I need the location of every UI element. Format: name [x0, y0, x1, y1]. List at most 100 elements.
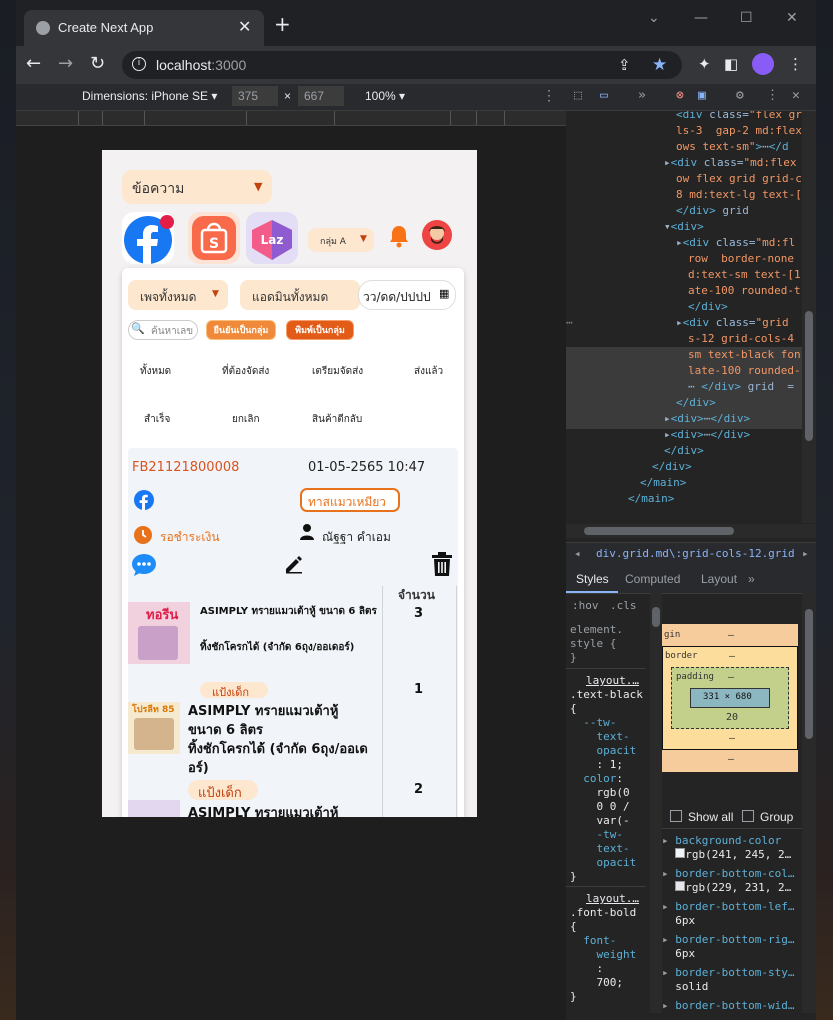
bell-icon[interactable]: [388, 224, 410, 248]
chat-icon[interactable]: [132, 554, 156, 576]
status-tab-to-ship[interactable]: ที่ต้องจัดส่ง: [222, 364, 269, 379]
browser-toolbar: ← → ↻ i localhost:3000 ⇪ ★ ✦ ◧ ⋮: [16, 46, 816, 84]
profile-avatar[interactable]: [752, 53, 774, 75]
chevron-down-icon: ▼: [254, 180, 263, 193]
tab-layout[interactable]: Layout: [701, 572, 737, 586]
device-toggle-icon[interactable]: ▭: [600, 88, 608, 103]
address-bar[interactable]: i localhost:3000 ⇪ ★: [122, 51, 682, 79]
lazada-app[interactable]: Laz: [246, 212, 298, 264]
device-dimensions-select[interactable]: Dimensions: iPhone SE ▾: [82, 89, 217, 103]
elements-scrollbar[interactable]: [802, 111, 816, 523]
page-select[interactable]: เพจทั้งหมด ▼: [128, 280, 228, 310]
status-tab-preparing[interactable]: เตรียมจัดส่ง: [312, 364, 363, 379]
back-icon[interactable]: ←: [26, 53, 41, 74]
qty-header: จำนวน: [398, 588, 435, 602]
close-tab-icon[interactable]: ✕: [238, 17, 251, 36]
search-input[interactable]: 🔍 ค้นหาเลข: [128, 320, 198, 340]
side-panel-icon[interactable]: ◧: [724, 55, 738, 73]
info-icon[interactable]: i: [132, 57, 146, 71]
cls-toggle[interactable]: .cls: [610, 599, 637, 613]
computed-prop[interactable]: ▸ border-bottom-wid…: [662, 999, 802, 1013]
share-icon[interactable]: ⇪: [618, 56, 631, 74]
order-id[interactable]: FB21121800008: [132, 460, 239, 475]
device-height-input[interactable]: 667: [298, 86, 344, 106]
box-model-content: 331 × 680: [690, 688, 770, 708]
status-tab-returned[interactable]: สินค้าตีกลับ: [312, 412, 362, 427]
new-tab-button[interactable]: +: [274, 14, 291, 34]
customer-tag[interactable]: ทาสแมวเหมียว: [300, 488, 400, 512]
show-all-checkbox[interactable]: Show all: [670, 810, 733, 824]
device-width-input[interactable]: 375: [232, 86, 278, 106]
product-image: ทอรีน: [128, 602, 190, 664]
reload-icon[interactable]: ↻: [90, 53, 105, 74]
issues-icon[interactable]: ▣: [698, 88, 706, 103]
group-checkbox[interactable]: Group: [742, 810, 793, 824]
status-tab-all[interactable]: ทั้งหมด: [140, 364, 171, 379]
chevron-down-icon: ▼: [360, 234, 367, 244]
item-name-detail: ทิ้งชักโครกได้ (จำกัด 6ถุง/ออเดอร์): [188, 742, 368, 776]
device-menu-icon[interactable]: ⋮: [542, 87, 556, 104]
devtools-menu-icon[interactable]: ⋮: [766, 88, 779, 103]
style-rule-text-black: layout.… .text-black { --tw- text- opaci…: [570, 674, 643, 883]
product-image: โปรลีท 85: [128, 702, 180, 754]
status-tab-shipped[interactable]: ส่งแล้ว: [414, 364, 443, 379]
error-icon[interactable]: ⊗: [676, 88, 684, 103]
close-window-icon[interactable]: ✕: [786, 10, 798, 26]
computed-prop[interactable]: ▸ border-bottom-lef… 6px: [662, 900, 802, 928]
settings-gear-icon[interactable]: ⚙: [736, 88, 744, 103]
star-icon[interactable]: ★: [652, 55, 667, 75]
item-name: ASIMPLY ทรายแมวเต้าหู้ ขนาด 6 ลิตร: [188, 704, 339, 738]
device-toolbar: Dimensions: iPhone SE ▾ 375 × 667 100% ▾…: [16, 84, 566, 111]
styles-tabs: Styles Computed Layout »: [566, 565, 816, 594]
facebook-app[interactable]: [122, 212, 174, 264]
tab-computed[interactable]: Computed: [625, 572, 680, 586]
styles-scrollbar[interactable]: [650, 593, 662, 1013]
computed-prop[interactable]: ▸ border-bottom-sty… solid: [662, 966, 802, 994]
item-name: ASIMPLY ทรายแมวเต้าหู้ ขนาด 6 ลิตร: [200, 606, 377, 617]
zoom-select[interactable]: 100% ▾: [365, 89, 405, 103]
trash-icon[interactable]: [432, 552, 452, 576]
user-icon: [300, 524, 314, 540]
forward-icon[interactable]: →: [58, 53, 73, 74]
group-select[interactable]: กลุ่ม A ▼: [308, 228, 374, 252]
admin-select[interactable]: แอดมินทั้งหมด: [240, 280, 360, 310]
calendar-icon[interactable]: ▦: [439, 287, 449, 300]
more-tabs-icon[interactable]: »: [638, 88, 646, 103]
close-devtools-icon[interactable]: ✕: [792, 88, 800, 103]
order-card: FB21121800008 01-05-2565 10:47 ทาสแมวเหม…: [128, 448, 458, 817]
orders-card: เพจทั้งหมด ▼ แอดมินทั้งหมด วว/ดด/ปปปป ▦ …: [122, 268, 464, 817]
computed-scrollbar[interactable]: [802, 593, 816, 1013]
shopee-app[interactable]: S: [188, 212, 240, 264]
inspect-icon[interactable]: ⬚: [574, 88, 582, 103]
style-rule-font-bold: layout.… .font-bold { font- weight : 700…: [570, 892, 639, 1003]
breadcrumb[interactable]: ◂ div.grid.md\:grid-cols-12.grid-cols-4.…: [566, 542, 816, 565]
chevron-down-icon[interactable]: ⌄: [648, 10, 660, 26]
edit-icon[interactable]: [284, 554, 304, 574]
media-query-ruler: [16, 111, 566, 126]
more-tabs-icon[interactable]: »: [748, 572, 755, 586]
computed-prop[interactable]: ▸ background-color rgb(241, 245, 2…: [662, 834, 802, 862]
browser-tab[interactable]: Create Next App ✕: [24, 10, 264, 46]
status-tab-cancelled[interactable]: ยกเลิก: [232, 412, 260, 427]
horizontal-scrollbar[interactable]: [566, 524, 816, 538]
date-input[interactable]: วว/ดด/ปปปป ▦: [358, 280, 456, 310]
column-divider: [456, 586, 457, 817]
order-datetime: 01-05-2565 10:47: [308, 460, 426, 475]
hov-toggle[interactable]: :hov: [572, 599, 599, 613]
variant-badge: แป้งเด็ก: [200, 682, 268, 699]
computed-prop[interactable]: ▸ border-bottom-col… rgb(229, 231, 2…: [662, 867, 802, 895]
menu-icon[interactable]: ⋮: [788, 55, 803, 73]
url-text: localhost:3000: [156, 57, 247, 73]
status-tab-success[interactable]: สำเร็จ: [144, 412, 170, 427]
minimize-icon[interactable]: —: [694, 10, 708, 26]
confirm-group-button[interactable]: ยืนยันเป็นกลุ่ม: [206, 320, 276, 340]
extensions-icon[interactable]: ✦: [698, 55, 711, 73]
avatar[interactable]: [422, 220, 452, 250]
variant-badge: แป้งเด็ก: [188, 780, 258, 801]
maximize-icon[interactable]: ☐: [740, 10, 753, 26]
computed-prop[interactable]: ▸ border-bottom-rig… 6px: [662, 933, 802, 961]
title-bar: Create Next App ✕ + ⌄ — ☐ ✕: [16, 0, 816, 46]
print-group-button[interactable]: พิมพ์เป็นกลุ่ม: [286, 320, 354, 340]
message-select[interactable]: ข้อความ ▼: [122, 170, 272, 204]
tab-styles[interactable]: Styles: [576, 572, 609, 586]
